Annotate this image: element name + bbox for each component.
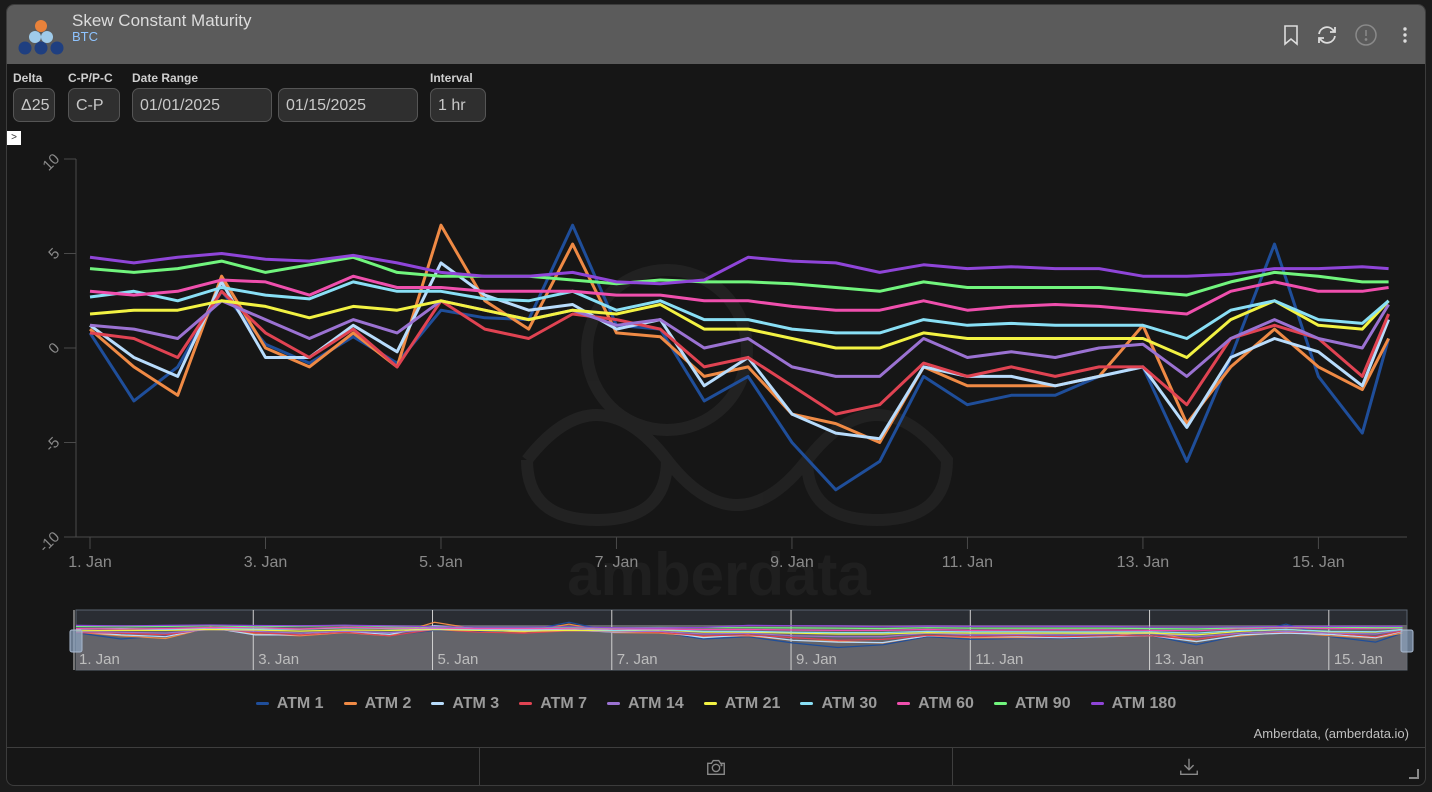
navigator-tick-label: 1. Jan — [79, 651, 120, 668]
x-tick-label: 7. Jan — [595, 554, 639, 571]
legend-label: ATM 1 — [276, 695, 324, 712]
download-button[interactable] — [953, 748, 1425, 785]
navigator-tick-label: 9. Jan — [796, 651, 837, 668]
navigator-tick-label: 13. Jan — [1155, 651, 1204, 668]
y-tick-label: 10 — [39, 151, 63, 175]
legend-symbol — [897, 702, 911, 706]
navigator-tick-label: 3. Jan — [258, 651, 299, 668]
legend-label: ATM 3 — [452, 695, 500, 712]
legend-symbol — [800, 702, 814, 706]
x-tick-label: 3. Jan — [244, 554, 288, 571]
x-tick-label: 11. Jan — [942, 554, 993, 571]
x-tick-label: 13. Jan — [1117, 554, 1169, 571]
legend-symbol — [607, 702, 621, 706]
legend-item-atm-14[interactable]: ATM 14 — [607, 695, 684, 713]
legend-symbol — [343, 702, 357, 706]
legend-label: ATM 14 — [628, 695, 684, 712]
legend-item-atm-7[interactable]: ATM 7 — [519, 695, 587, 713]
watermark-text: amberdata — [567, 541, 871, 608]
legend-item-atm-30[interactable]: ATM 30 — [800, 695, 877, 713]
y-tick-label: -5 — [42, 434, 63, 455]
legend-symbol — [255, 702, 269, 706]
legend-item-atm-90[interactable]: ATM 90 — [993, 695, 1071, 713]
navigator-left-handle[interactable] — [69, 629, 83, 653]
widget-panel: Skew Constant Maturity BTC Delta Δ25 C-P… — [6, 4, 1426, 786]
legend-label: ATM 21 — [724, 695, 781, 712]
legend-symbol — [703, 702, 717, 706]
y-tick-label: 0 — [45, 340, 63, 358]
download-icon — [1180, 758, 1198, 776]
legend-label: ATM 60 — [918, 695, 974, 712]
watermark — [521, 264, 954, 527]
legend-label: ATM 30 — [821, 695, 878, 712]
legend-item-atm-3[interactable]: ATM 3 — [431, 695, 499, 713]
legend-item-atm-21[interactable]: ATM 21 — [703, 695, 781, 713]
x-tick-label: 9. Jan — [770, 554, 814, 571]
navigator-tick-label: 7. Jan — [617, 651, 658, 668]
legend-item-atm-1[interactable]: ATM 1 — [255, 695, 324, 713]
x-tick-label: 5. Jan — [419, 554, 463, 571]
camera-icon — [707, 759, 725, 776]
screenshot-button[interactable] — [480, 748, 953, 785]
navigator-tick-label: 5. Jan — [438, 651, 479, 668]
legend-item-atm-60[interactable]: ATM 60 — [897, 695, 974, 713]
navigator-right-handle[interactable] — [1400, 629, 1414, 653]
chart-legend: ATM 1 ATM 2 ATM 3 ATM 7 ATM 14 ATM 21 ATM 30 AT… — [7, 695, 1425, 717]
legend-symbol — [431, 702, 445, 706]
footer-empty-cell — [7, 748, 480, 785]
legend-label: ATM 90 — [1014, 695, 1071, 712]
legend-label: ATM 180 — [1111, 695, 1177, 712]
legend-symbol — [993, 702, 1007, 706]
navigator-tick-label: 15. Jan — [1334, 651, 1383, 668]
legend-symbol — [519, 702, 533, 706]
x-tick-label: 15. Jan — [1292, 554, 1344, 571]
legend-item-atm-2[interactable]: ATM 2 — [343, 695, 412, 713]
chart-credit[interactable]: Amberdata, (amberdata.io) — [1254, 726, 1409, 741]
legend-label: ATM 7 — [540, 695, 588, 712]
legend-item-atm-180[interactable]: ATM 180 — [1090, 695, 1177, 713]
resize-handle[interactable] — [1409, 769, 1419, 779]
chart-area: amberdata 10 5 0 -5 -10 1. Jan 3. Jan 5. Jan 7. … — [36, 151, 1414, 671]
y-tick-label: -10 — [36, 529, 63, 556]
x-tick-label: 1. Jan — [68, 554, 112, 571]
navigator-tick-label: 11. Jan — [975, 651, 1023, 668]
y-tick-label: 5 — [45, 245, 63, 263]
widget-footer — [7, 747, 1425, 785]
legend-label: ATM 2 — [364, 695, 412, 712]
legend-symbol — [1090, 702, 1104, 706]
